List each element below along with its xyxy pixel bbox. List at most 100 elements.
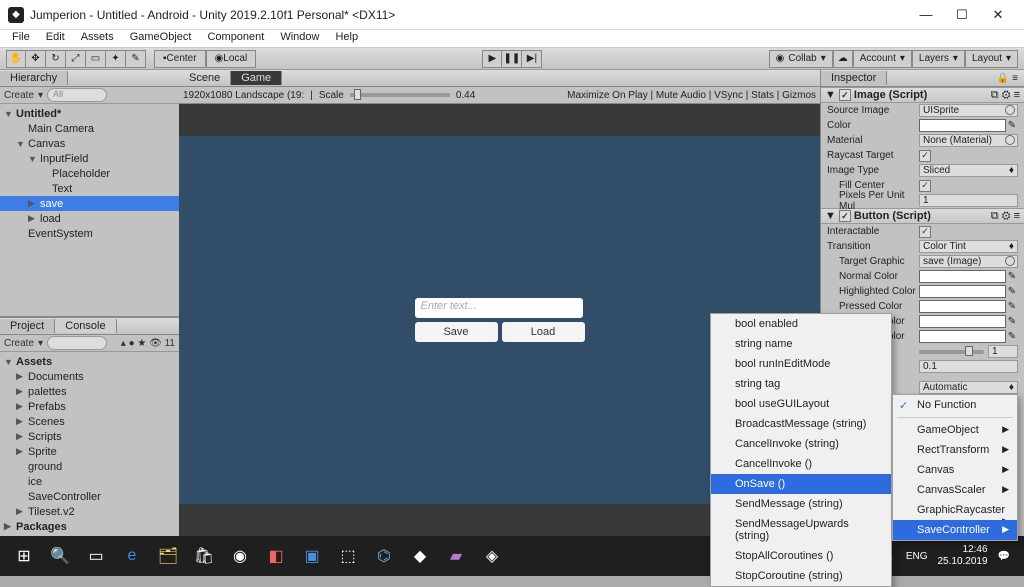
tree-item[interactable]: EventSystem [0,226,179,241]
ctx-item[interactable]: SendMessage (string) [711,494,891,514]
account-dropdown[interactable]: Account ▾ [853,50,912,68]
tree-item[interactable]: SaveController [0,489,179,504]
tree-item[interactable]: ▶Sprite [0,444,179,459]
game-input-field[interactable]: Enter text... [415,298,583,318]
property-field[interactable]: Color Tint ♦ [919,240,1018,253]
step-button[interactable]: ▶| [522,50,542,68]
menu-gameobject[interactable]: GameObject [122,30,200,47]
ctx-item[interactable]: GraphicRaycaster▶ [893,500,1017,520]
tree-item[interactable]: ▼Assets [0,354,179,369]
checkbox[interactable]: ✓ [919,150,931,162]
tree-item[interactable]: ▶save [0,196,179,211]
app-icon-4[interactable]: ⌬ [366,538,402,574]
scale-tool[interactable]: ⤢ [66,50,86,68]
tree-item[interactable]: Placeholder [0,166,179,181]
move-tool[interactable]: ✥ [26,50,46,68]
tree-item[interactable]: ▶Tileset.v2 [0,504,179,519]
ctx-item[interactable]: SendMessageUpwards (string) [711,514,891,546]
hierarchy-tab[interactable]: Hierarchy [0,71,68,85]
menu-assets[interactable]: Assets [73,30,122,47]
game-opt[interactable]: | VSync [706,90,743,101]
tree-item[interactable]: ▶palettes [0,384,179,399]
ctx-item[interactable]: GameObject▶ [893,420,1017,440]
chrome-icon[interactable]: ◉ [222,538,258,574]
project-search[interactable] [47,336,107,350]
ctx-item[interactable]: string name [711,334,891,354]
minimize-button[interactable]: — [908,3,944,27]
unity-editor-icon[interactable]: ◈ [474,538,510,574]
inspector-lock-icon[interactable]: 🔒 ≡ [997,73,1024,84]
property-field[interactable]: save (Image) [919,255,1018,268]
menu-component[interactable]: Component [199,30,272,47]
ctx-item[interactable]: string tag [711,374,891,394]
color-field[interactable] [919,285,1006,298]
ctx-item[interactable]: Canvas▶ [893,460,1017,480]
tree-item[interactable]: ▶Documents [0,369,179,384]
color-field[interactable] [919,300,1006,313]
color-field[interactable] [919,119,1006,132]
space-toggle[interactable]: ◉ Local [206,50,257,68]
collab-button[interactable]: ◉ Collab ▾ [769,50,833,68]
navigation-field[interactable]: Automatic ♦ [919,381,1018,394]
ctx-item[interactable]: bool runInEditMode [711,354,891,374]
ctx-item[interactable]: OnSave () [711,474,891,494]
tree-item[interactable]: ground [0,459,179,474]
tree-item[interactable]: ice [0,474,179,489]
checkbox[interactable]: ✓ [919,180,931,192]
ctx-item[interactable]: RectTransform▶ [893,440,1017,460]
project-create[interactable]: Create [4,338,34,349]
tree-item[interactable]: Main Camera [0,121,179,136]
component-toggle[interactable]: ✓ [839,210,851,222]
tree-item[interactable]: Text [0,181,179,196]
tree-item[interactable]: ▶Prefabs [0,399,179,414]
maximize-button[interactable]: ☐ [944,3,980,27]
project-tab[interactable]: Project [0,319,55,333]
game-save-button[interactable]: Save [415,322,498,342]
menu-help[interactable]: Help [327,30,366,47]
transform-tool[interactable]: ✦ [106,50,126,68]
cloud-button[interactable]: ☁ [833,50,853,68]
game-opt[interactable]: | Stats [743,90,774,101]
color-field[interactable] [919,330,1006,343]
tree-item[interactable]: ▼InputField [0,151,179,166]
color-field[interactable] [919,270,1006,283]
ctx-item[interactable]: bool useGUILayout [711,394,891,414]
property-field[interactable]: Sliced ♦ [919,164,1018,177]
explorer-icon[interactable]: 🗂 [150,538,186,574]
edge-icon[interactable]: e [114,538,150,574]
close-button[interactable]: ✕ [980,3,1016,27]
duration-field[interactable]: 0.1 [919,360,1018,373]
tree-item[interactable]: ▼Untitled* [0,106,179,121]
multiplier-slider[interactable]: 1 [919,345,1018,358]
notifications-icon[interactable]: 💬 [998,551,1010,562]
ctx-item[interactable]: BroadcastMessage (string) [711,414,891,434]
app-icon-1[interactable]: ◧ [258,538,294,574]
hierarchy-search[interactable]: All [47,88,107,102]
function-context-menu[interactable]: ✓No Function GameObject▶RectTransform▶Can… [892,394,1018,541]
inspector-tab[interactable]: Inspector [821,71,887,85]
ctx-item[interactable]: ✓No Function [893,395,1017,415]
play-button[interactable]: ▶ [482,50,502,68]
game-resolution[interactable]: 1920x1080 Landscape (19: [183,90,304,101]
ctx-item[interactable]: CancelInvoke () [711,454,891,474]
app-icon-2[interactable]: ▣ [294,538,330,574]
menu-file[interactable]: File [4,30,38,47]
rotate-tool[interactable]: ↻ [46,50,66,68]
unity-hub-icon[interactable]: ◆ [402,538,438,574]
start-button[interactable]: ⊞ [6,538,42,574]
property-field[interactable]: UISprite [919,104,1018,117]
tree-item[interactable]: ▼Canvas [0,136,179,151]
tree-item[interactable]: ▶Scripts [0,429,179,444]
tree-item[interactable]: ▶Packages [0,519,179,534]
component-toggle[interactable]: ✓ [839,89,851,101]
task-view-icon[interactable]: ▭ [78,538,114,574]
menu-window[interactable]: Window [272,30,327,47]
tray-language[interactable]: ENG [906,551,928,562]
game-opt[interactable]: Maximize On Play [567,90,648,101]
color-field[interactable] [919,315,1006,328]
app-icon-3[interactable]: ⬚ [330,538,366,574]
store-icon[interactable]: 🛍 [186,538,222,574]
layers-dropdown[interactable]: Layers ▾ [912,50,965,68]
hierarchy-tree[interactable]: ▼Untitled*Main Camera▼Canvas▼InputFieldP… [0,104,179,316]
layout-dropdown[interactable]: Layout ▾ [965,50,1018,68]
